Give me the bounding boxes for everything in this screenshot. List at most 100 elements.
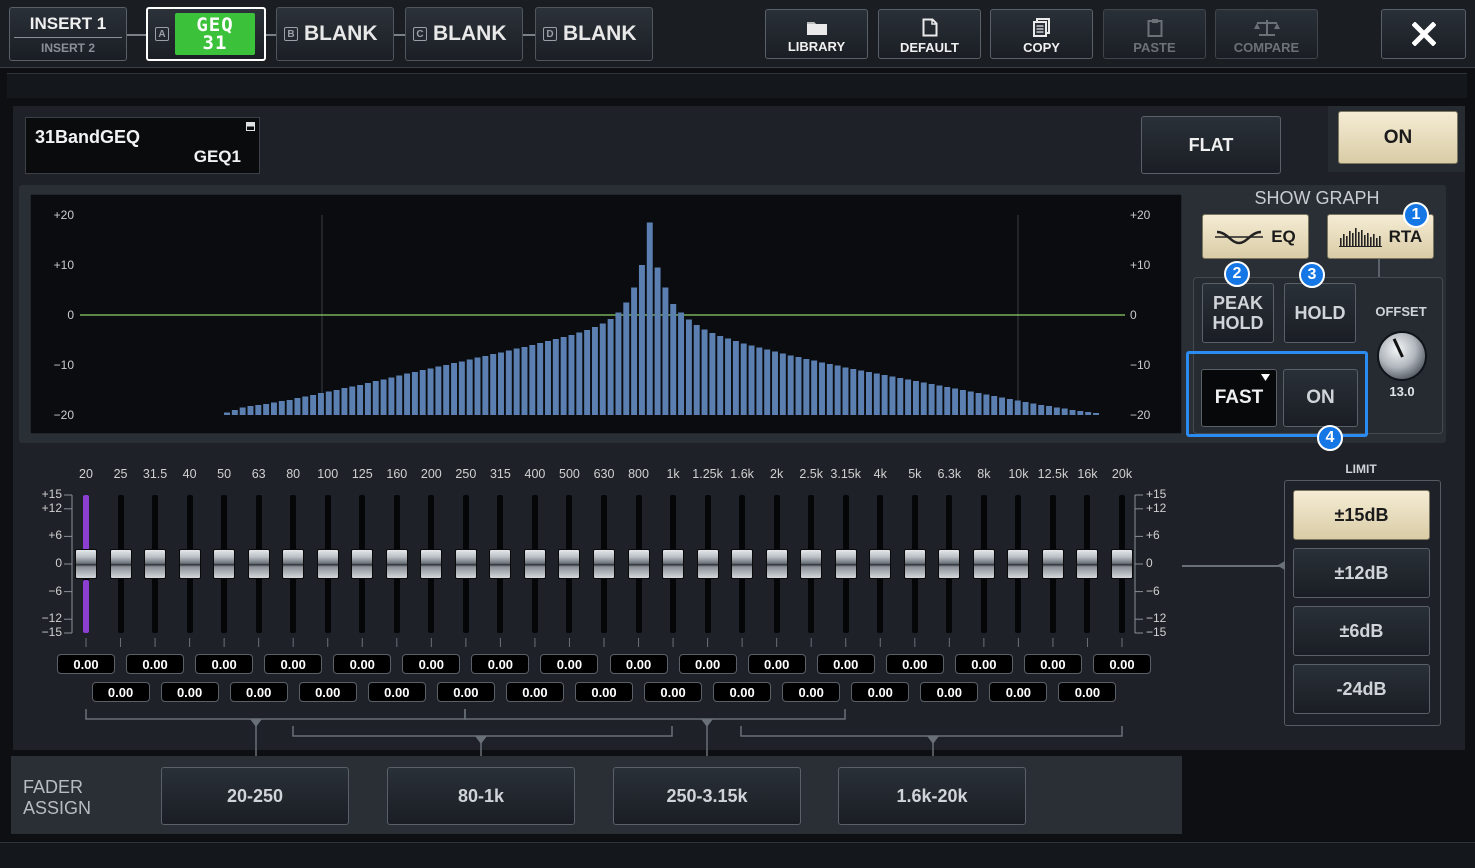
peak-hold-button[interactable]: PEAK HOLD (1202, 283, 1274, 343)
fader-knob[interactable] (1007, 549, 1030, 579)
fader-freq-label: 125 (351, 467, 373, 481)
fader-knob[interactable] (696, 549, 719, 579)
rta-bar (1022, 402, 1029, 415)
fader-knob[interactable] (420, 549, 443, 579)
hold-button[interactable]: HOLD (1284, 283, 1356, 343)
fader-knob[interactable] (903, 549, 926, 579)
fader-knob[interactable] (834, 549, 857, 579)
rta-icon-bar (1345, 235, 1348, 246)
fader-freq-label: 80 (286, 467, 301, 481)
geq31-logo: GEQ 31 (175, 13, 255, 55)
paste-label: PASTE (1133, 39, 1176, 55)
fader-knob[interactable] (178, 549, 201, 579)
rta-bar (278, 401, 285, 415)
effect-name-box[interactable]: 31BandGEQ GEQ1 (25, 117, 260, 174)
fader-knob[interactable] (765, 549, 788, 579)
graph-y-tick-right: −20 (1130, 408, 1151, 422)
limit-option-6db[interactable]: ±6dB (1293, 606, 1430, 656)
slot-d[interactable]: D BLANK (535, 7, 653, 61)
fader-assign-250-3k15[interactable]: 250-3.15k (613, 767, 801, 825)
fader-knob[interactable] (385, 549, 408, 579)
fader-value: 0.00 (575, 682, 633, 702)
fader-freq-label: 800 (628, 467, 649, 481)
fader-knob[interactable] (938, 549, 961, 579)
library-button[interactable]: LIBRARY (765, 9, 868, 59)
fader-assign-line1: FADER (23, 777, 84, 797)
rta-bar (701, 329, 708, 415)
rta-bar (1053, 407, 1060, 415)
fader-assign-line2: ASSIGN (23, 798, 92, 818)
fader-knob[interactable] (523, 549, 546, 579)
rta-bar (443, 365, 450, 415)
rta-bar (380, 379, 387, 415)
rta-bar (263, 404, 270, 415)
rta-bar (474, 357, 481, 415)
power-on-button[interactable]: ON (1338, 111, 1458, 164)
fader-knob[interactable] (1111, 549, 1133, 579)
rta-bar (952, 388, 959, 415)
fader-knob[interactable] (972, 549, 995, 579)
rta-icon-bar (1369, 236, 1372, 246)
rta-bar (803, 359, 810, 415)
close-button[interactable] (1381, 9, 1466, 59)
fader-knob[interactable] (75, 549, 97, 579)
fader-knob[interactable] (558, 549, 581, 579)
slot-c[interactable]: C BLANK (405, 7, 523, 61)
rta-bar (920, 382, 927, 415)
fader-assign-1k6-20k[interactable]: 1.6k-20k (838, 767, 1026, 825)
flat-button[interactable]: FLAT (1141, 116, 1281, 174)
rta-bar (631, 287, 638, 415)
fader-knob[interactable] (731, 549, 754, 579)
separator-strip (7, 73, 1467, 98)
slot-connector-1 (127, 34, 147, 36)
fader-knob[interactable] (282, 549, 305, 579)
fader-knob[interactable] (247, 549, 270, 579)
fader-knob[interactable] (316, 549, 339, 579)
rta-bar (364, 383, 371, 415)
fader-freq-label: 2k (770, 467, 784, 481)
fader-knob[interactable] (1076, 549, 1099, 579)
show-eq-button[interactable]: EQ (1202, 214, 1309, 259)
fader-knob[interactable] (351, 549, 374, 579)
fader-knob[interactable] (1041, 549, 1064, 579)
limit-option-24db[interactable]: -24dB (1293, 664, 1430, 714)
limit-option-12db[interactable]: ±12dB (1293, 548, 1430, 598)
copy-button[interactable]: COPY (990, 9, 1093, 59)
fader-assign-80-1k[interactable]: 80-1k (387, 767, 575, 825)
fader-freq-label: 5k (908, 467, 922, 481)
fader-knob[interactable] (627, 549, 650, 579)
fader-knob[interactable] (213, 549, 236, 579)
rta-bar (811, 360, 818, 415)
offset-knob[interactable] (1377, 331, 1427, 381)
rta-icon-bar (1360, 229, 1363, 246)
rta-icon-bar (1378, 235, 1381, 246)
fader-knob[interactable] (800, 549, 823, 579)
offset-knob-pointer (1392, 338, 1404, 358)
fader-knob[interactable] (593, 549, 615, 579)
limit-option-15db[interactable]: ±15dB (1293, 490, 1430, 540)
slot-a[interactable]: A GEQ 31 (146, 7, 266, 61)
default-button[interactable]: DEFAULT (878, 9, 981, 59)
speed-on-button[interactable]: ON (1283, 369, 1358, 427)
fader-knob[interactable] (144, 549, 167, 579)
rta-bar (756, 347, 763, 415)
rta-bar (607, 319, 614, 415)
fader-knob[interactable] (109, 549, 132, 579)
insert-selector[interactable]: INSERT 1 INSERT 2 (9, 7, 127, 61)
fader-assign-label: FADER ASSIGN (23, 777, 91, 819)
compare-button[interactable]: COMPARE (1215, 9, 1318, 59)
fader-assign-20-250[interactable]: 20-250 (161, 767, 349, 825)
fader-value: 0.00 (816, 654, 875, 674)
fader-knob[interactable] (489, 549, 512, 579)
fader-knob[interactable] (454, 549, 477, 579)
paste-button[interactable]: PASTE (1103, 9, 1206, 59)
rta-bar (873, 373, 880, 415)
fader-knob[interactable] (662, 549, 685, 579)
rta-bar (928, 384, 935, 415)
slot-b[interactable]: B BLANK (276, 7, 394, 61)
graph-y-tick-right: −10 (1130, 358, 1151, 372)
compare-label: COMPARE (1233, 39, 1300, 55)
speed-select[interactable]: FAST (1201, 369, 1277, 427)
fader-freq-label: 16k (1077, 467, 1098, 481)
fader-knob[interactable] (869, 549, 892, 579)
